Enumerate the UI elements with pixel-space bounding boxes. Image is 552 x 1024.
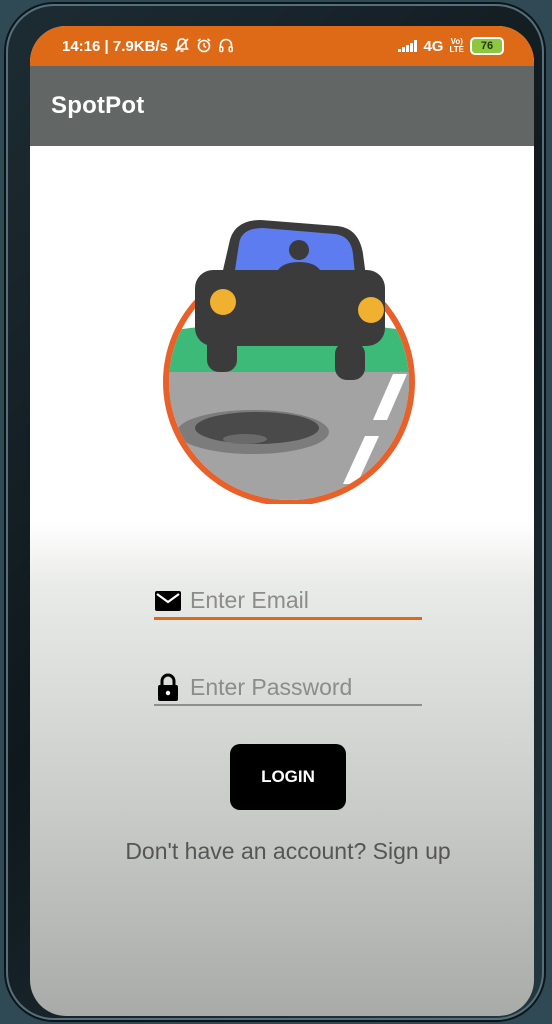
volte-indicator: Vo) LTE [449, 38, 464, 54]
login-button[interactable]: LOGIN [230, 744, 346, 810]
signal-icon [398, 40, 418, 52]
app-title: SpotPot [51, 92, 145, 119]
email-field[interactable] [154, 584, 422, 620]
network-type: 4G [423, 37, 444, 55]
lock-icon [154, 673, 182, 701]
status-right: 4G Vo) LTE 76 [398, 37, 504, 55]
headset-icon [218, 37, 234, 56]
screen: 14:16 | 7.9KB/s 4G Vo) LTE 76 SpotPot En… [30, 26, 534, 1016]
password-field[interactable] [154, 670, 422, 706]
battery-icon: 76 [470, 37, 504, 55]
app-bar: SpotPot [30, 66, 534, 146]
status-bar: 14:16 | 7.9KB/s 4G Vo) LTE 76 [30, 26, 534, 66]
alarm-icon [196, 37, 212, 56]
status-time-speed: 14:16 | 7.9KB/s [62, 37, 168, 55]
password-input[interactable] [190, 673, 410, 701]
car-pothole-logo [163, 220, 415, 504]
volte-bottom: LTE [449, 45, 464, 54]
mail-icon [154, 588, 182, 614]
email-input[interactable] [190, 587, 410, 614]
mute-icon [174, 37, 190, 56]
signup-link[interactable]: Don't have an account? Sign up [30, 838, 534, 865]
status-left: 14:16 | 7.9KB/s [62, 37, 234, 56]
phone-frame: 14:16 | 7.9KB/s 4G Vo) LTE 76 SpotPot En… [6, 4, 544, 1020]
